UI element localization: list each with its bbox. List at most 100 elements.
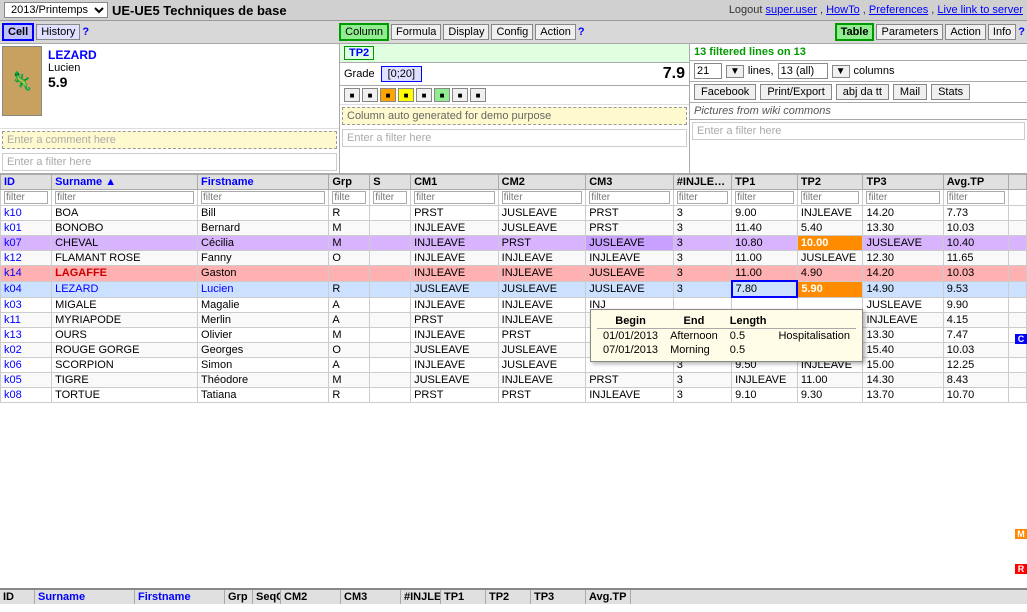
cell-s[interactable]	[370, 342, 411, 357]
cell-s[interactable]	[370, 387, 411, 402]
right-filter-input[interactable]: Enter a filter here	[692, 122, 1025, 140]
cell-firstname[interactable]: Cécilia	[198, 236, 329, 251]
icon7[interactable]: ■	[452, 88, 468, 102]
cell-id[interactable]: k02	[1, 342, 52, 357]
cell-grp[interactable]: A	[329, 312, 370, 327]
header-cm3[interactable]: CM3	[586, 175, 674, 190]
cell-grp[interactable]: R	[329, 281, 370, 297]
action2-button[interactable]: Action	[945, 24, 986, 40]
icon6[interactable]: ■	[434, 88, 450, 102]
cell-id[interactable]: k11	[1, 312, 52, 327]
cell-cm1[interactable]: INJLEAVE	[411, 327, 499, 342]
cell-tp3[interactable]: 14.30	[863, 372, 943, 387]
cell-id[interactable]: k14	[1, 266, 52, 282]
cell-tp3[interactable]: 14.90	[863, 281, 943, 297]
cell-cm2[interactable]: INJLEAVE	[498, 251, 586, 266]
cell-grp[interactable]: A	[329, 357, 370, 372]
columns-input[interactable]	[778, 63, 828, 79]
cell-s[interactable]	[370, 251, 411, 266]
filter-cm2[interactable]	[502, 191, 583, 204]
cell-tp3[interactable]: 15.00	[863, 357, 943, 372]
table-row[interactable]: k02ROUGE GORGEGeorgesOJUSLEAVEJUSLEAVEPR…	[1, 342, 1027, 357]
filter-tp1[interactable]	[735, 191, 794, 204]
cell-tp1[interactable]: 10.80	[732, 236, 798, 251]
table-row[interactable]: k14LAGAFFEGastonINJLEAVEINJLEAVEJUSLEAVE…	[1, 266, 1027, 282]
table-row[interactable]: k03MIGALEMagalieAINJLEAVEINJLEAVEINJJUSL…	[1, 297, 1027, 312]
cell-cm2[interactable]: INJLEAVE	[498, 372, 586, 387]
comment-input[interactable]: Enter a comment here	[2, 131, 337, 149]
cell-grp[interactable]: M	[329, 236, 370, 251]
filter-s[interactable]	[373, 191, 407, 204]
cell-surname[interactable]: SCORPION	[52, 357, 198, 372]
header-avg[interactable]: Avg.TP	[943, 175, 1009, 190]
cell-cm1[interactable]: INJLEAVE	[411, 221, 499, 236]
cell-cm2[interactable]: PRST	[498, 236, 586, 251]
help3[interactable]: ?	[1018, 26, 1025, 38]
cell-tp1[interactable]: 7.80	[732, 281, 798, 297]
cell-grp[interactable]	[329, 266, 370, 282]
period-selector[interactable]: 2013/Printemps	[4, 2, 108, 18]
lines-down-btn[interactable]: ▼	[726, 65, 744, 78]
cell-avg[interactable]: 8.43	[943, 372, 1009, 387]
cell-s[interactable]	[370, 327, 411, 342]
cell-cm2[interactable]: JUSLEAVE	[498, 281, 586, 297]
cell-cm3[interactable]: JUSLEAVE	[586, 281, 674, 297]
icon3[interactable]: ■	[380, 88, 396, 102]
icon4[interactable]: ■	[398, 88, 414, 102]
cell-button[interactable]: Cell	[2, 23, 34, 41]
cell-cm3[interactable]: JUSLEAVE	[586, 236, 674, 251]
cell-inj[interactable]: 3	[673, 372, 731, 387]
cell-s[interactable]	[370, 297, 411, 312]
table-row[interactable]: k01BONOBOBernardMINJLEAVEJUSLEAVEPRST311…	[1, 221, 1027, 236]
stats-btn[interactable]: Stats	[931, 84, 970, 100]
filter-cm3[interactable]	[589, 191, 670, 204]
mid-filter-input[interactable]: Enter a filter here	[342, 129, 687, 147]
cell-grp[interactable]: M	[329, 327, 370, 342]
cell-avg[interactable]: 11.65	[943, 251, 1009, 266]
cell-inj[interactable]: 3	[673, 221, 731, 236]
column-button[interactable]: Column	[339, 23, 389, 41]
cell-cm1[interactable]: JUSLEAVE	[411, 281, 499, 297]
filter-grp[interactable]	[332, 191, 366, 204]
facebook-btn[interactable]: Facebook	[694, 84, 756, 100]
abj-da-tt-btn[interactable]: abj da tt	[836, 84, 889, 100]
cell-surname[interactable]: BONOBO	[52, 221, 198, 236]
cell-cm2[interactable]: JUSLEAVE	[498, 357, 586, 372]
live-link[interactable]: Live link to server	[937, 4, 1023, 16]
table-button[interactable]: Table	[835, 23, 875, 41]
columns-down-btn[interactable]: ▼	[832, 65, 850, 78]
cell-tp2[interactable]: INJLEAVE	[797, 206, 863, 221]
cell-id[interactable]: k10	[1, 206, 52, 221]
cell-cm2[interactable]: PRST	[498, 327, 586, 342]
config-button[interactable]: Config	[491, 24, 533, 40]
cell-cm1[interactable]: INJLEAVE	[411, 357, 499, 372]
filter-cm1[interactable]	[414, 191, 495, 204]
cell-tp2[interactable]: 5.40	[797, 221, 863, 236]
cell-cm3[interactable]: PRST	[586, 206, 674, 221]
cell-tp2[interactable]: 4.90	[797, 266, 863, 282]
cell-avg[interactable]: 10.03	[943, 221, 1009, 236]
cell-firstname[interactable]: Fanny	[198, 251, 329, 266]
table-row[interactable]: k05TIGREThéodoreMJUSLEAVEINJLEAVEPRST3IN…	[1, 372, 1027, 387]
cell-firstname[interactable]: Magalie	[198, 297, 329, 312]
cell-inj[interactable]: 3	[673, 251, 731, 266]
cell-s[interactable]	[370, 357, 411, 372]
cell-tp3[interactable]: JUSLEAVE	[863, 297, 943, 312]
cell-firstname[interactable]: Lucien	[198, 281, 329, 297]
cell-firstname[interactable]: Simon	[198, 357, 329, 372]
cell-grp[interactable]: M	[329, 372, 370, 387]
table-row[interactable]: k11MYRIAPODEMerlinAPRSTINJLEAVEINJINJLEA…	[1, 312, 1027, 327]
cell-tp1[interactable]: 11.00	[732, 251, 798, 266]
cell-surname[interactable]: CHEVAL	[52, 236, 198, 251]
cell-id[interactable]: k05	[1, 372, 52, 387]
cell-cm1[interactable]: PRST	[411, 206, 499, 221]
cell-s[interactable]	[370, 236, 411, 251]
header-cm2[interactable]: CM2	[498, 175, 586, 190]
cell-avg[interactable]: 9.90	[943, 297, 1009, 312]
cell-avg[interactable]: 10.03	[943, 266, 1009, 282]
lines-input[interactable]	[694, 63, 722, 79]
history-button[interactable]: History	[36, 24, 80, 40]
header-inj[interactable]: #INJLEAVE	[673, 175, 731, 190]
cell-cm3[interactable]: JUSLEAVE	[586, 266, 674, 282]
cell-surname[interactable]: LEZARD	[52, 281, 198, 297]
